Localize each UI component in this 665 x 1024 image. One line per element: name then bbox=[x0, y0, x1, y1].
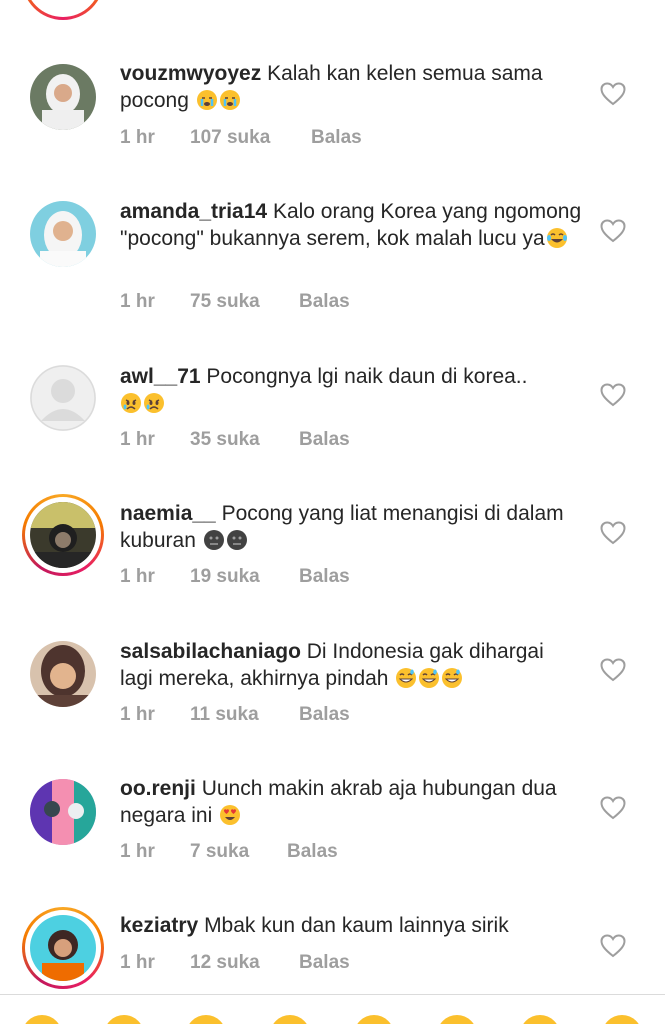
comment-likes[interactable]: 75 suka bbox=[190, 291, 260, 313]
emoji-icon[interactable] bbox=[437, 1015, 477, 1024]
emoji-icon[interactable] bbox=[270, 1015, 310, 1024]
comment-time: 1 hr bbox=[120, 841, 155, 862]
comment-time: 1 hr bbox=[120, 566, 155, 587]
avatar[interactable] bbox=[30, 201, 96, 267]
comment-username[interactable]: oo.renji bbox=[120, 777, 196, 800]
grinning-sweat-icon bbox=[395, 667, 417, 689]
comment-likes[interactable]: 107 suka bbox=[190, 127, 270, 149]
comment-time: 1 hr bbox=[120, 291, 155, 312]
reply-button[interactable]: Balas bbox=[287, 841, 338, 863]
grinning-sweat-icon bbox=[418, 667, 440, 689]
emoji-icon[interactable] bbox=[602, 1015, 642, 1024]
comment-username[interactable]: keziatry bbox=[120, 914, 198, 937]
heart-outline-icon[interactable] bbox=[600, 658, 626, 682]
reply-button[interactable]: Balas bbox=[299, 429, 350, 451]
reply-button[interactable]: Balas bbox=[299, 291, 350, 313]
crying-face-icon bbox=[143, 392, 165, 414]
avatar[interactable] bbox=[30, 641, 96, 707]
comment-username[interactable]: vouzmwyoyez bbox=[120, 62, 261, 85]
comment-likes[interactable]: 35 suka bbox=[190, 429, 260, 451]
comment-username[interactable]: naemia__ bbox=[120, 502, 216, 525]
grinning-sweat-icon bbox=[441, 667, 463, 689]
crying-face-icon bbox=[219, 89, 241, 111]
emoji-icon[interactable] bbox=[520, 1015, 560, 1024]
comment-username[interactable]: awl__71 bbox=[120, 365, 201, 388]
crying-face-icon bbox=[196, 89, 218, 111]
heart-outline-icon[interactable] bbox=[600, 934, 626, 958]
comment-time: 1 hr bbox=[120, 952, 155, 973]
dark-face-icon bbox=[226, 529, 248, 551]
heart-outline-icon[interactable] bbox=[600, 796, 626, 820]
comment-likes[interactable]: 12 suka bbox=[190, 952, 260, 974]
comment-likes[interactable]: 19 suka bbox=[190, 566, 260, 588]
reply-button[interactable]: Balas bbox=[299, 566, 350, 588]
emoji-icon[interactable] bbox=[22, 1015, 62, 1024]
heart-outline-icon[interactable] bbox=[600, 219, 626, 243]
reply-button[interactable]: Balas bbox=[311, 127, 362, 149]
reply-button[interactable]: Balas bbox=[299, 952, 350, 974]
comment-time: 1 hr bbox=[120, 429, 155, 450]
comment-text: Pocongnya lgi naik daun di korea.. bbox=[206, 365, 528, 388]
heart-outline-icon[interactable] bbox=[600, 521, 626, 545]
avatar[interactable] bbox=[30, 502, 96, 568]
avatar[interactable] bbox=[30, 64, 96, 130]
heart-outline-icon[interactable] bbox=[600, 383, 626, 407]
comment-time: 1 hr bbox=[120, 127, 155, 148]
story-ring[interactable] bbox=[22, 494, 104, 576]
comment-text: Mbak kun dan kaum lainnya sirik bbox=[204, 914, 509, 937]
dark-face-icon bbox=[203, 529, 225, 551]
comment-likes[interactable]: 11 suka bbox=[190, 704, 259, 726]
tears-of-joy-icon bbox=[546, 227, 568, 249]
comment-time: 1 hr bbox=[120, 704, 155, 725]
heart-eyes-icon bbox=[219, 804, 241, 826]
comment-username[interactable]: amanda_tria14 bbox=[120, 200, 267, 223]
emoji-icon[interactable] bbox=[104, 1015, 144, 1024]
comment-username[interactable]: salsabilachaniago bbox=[120, 640, 301, 663]
avatar[interactable] bbox=[30, 779, 96, 845]
emoji-icon[interactable] bbox=[354, 1015, 394, 1024]
comment-likes[interactable]: 7 suka bbox=[190, 841, 249, 863]
avatar[interactable] bbox=[30, 915, 96, 981]
heart-outline-icon[interactable] bbox=[600, 82, 626, 106]
previous-comment-avatar[interactable] bbox=[22, 0, 104, 20]
avatar[interactable] bbox=[30, 365, 96, 431]
story-ring[interactable] bbox=[22, 907, 104, 989]
emoji-icon[interactable] bbox=[186, 1015, 226, 1024]
reply-button[interactable]: Balas bbox=[299, 704, 350, 726]
emoji-reaction-bar bbox=[0, 995, 665, 1024]
crying-face-icon bbox=[120, 392, 142, 414]
